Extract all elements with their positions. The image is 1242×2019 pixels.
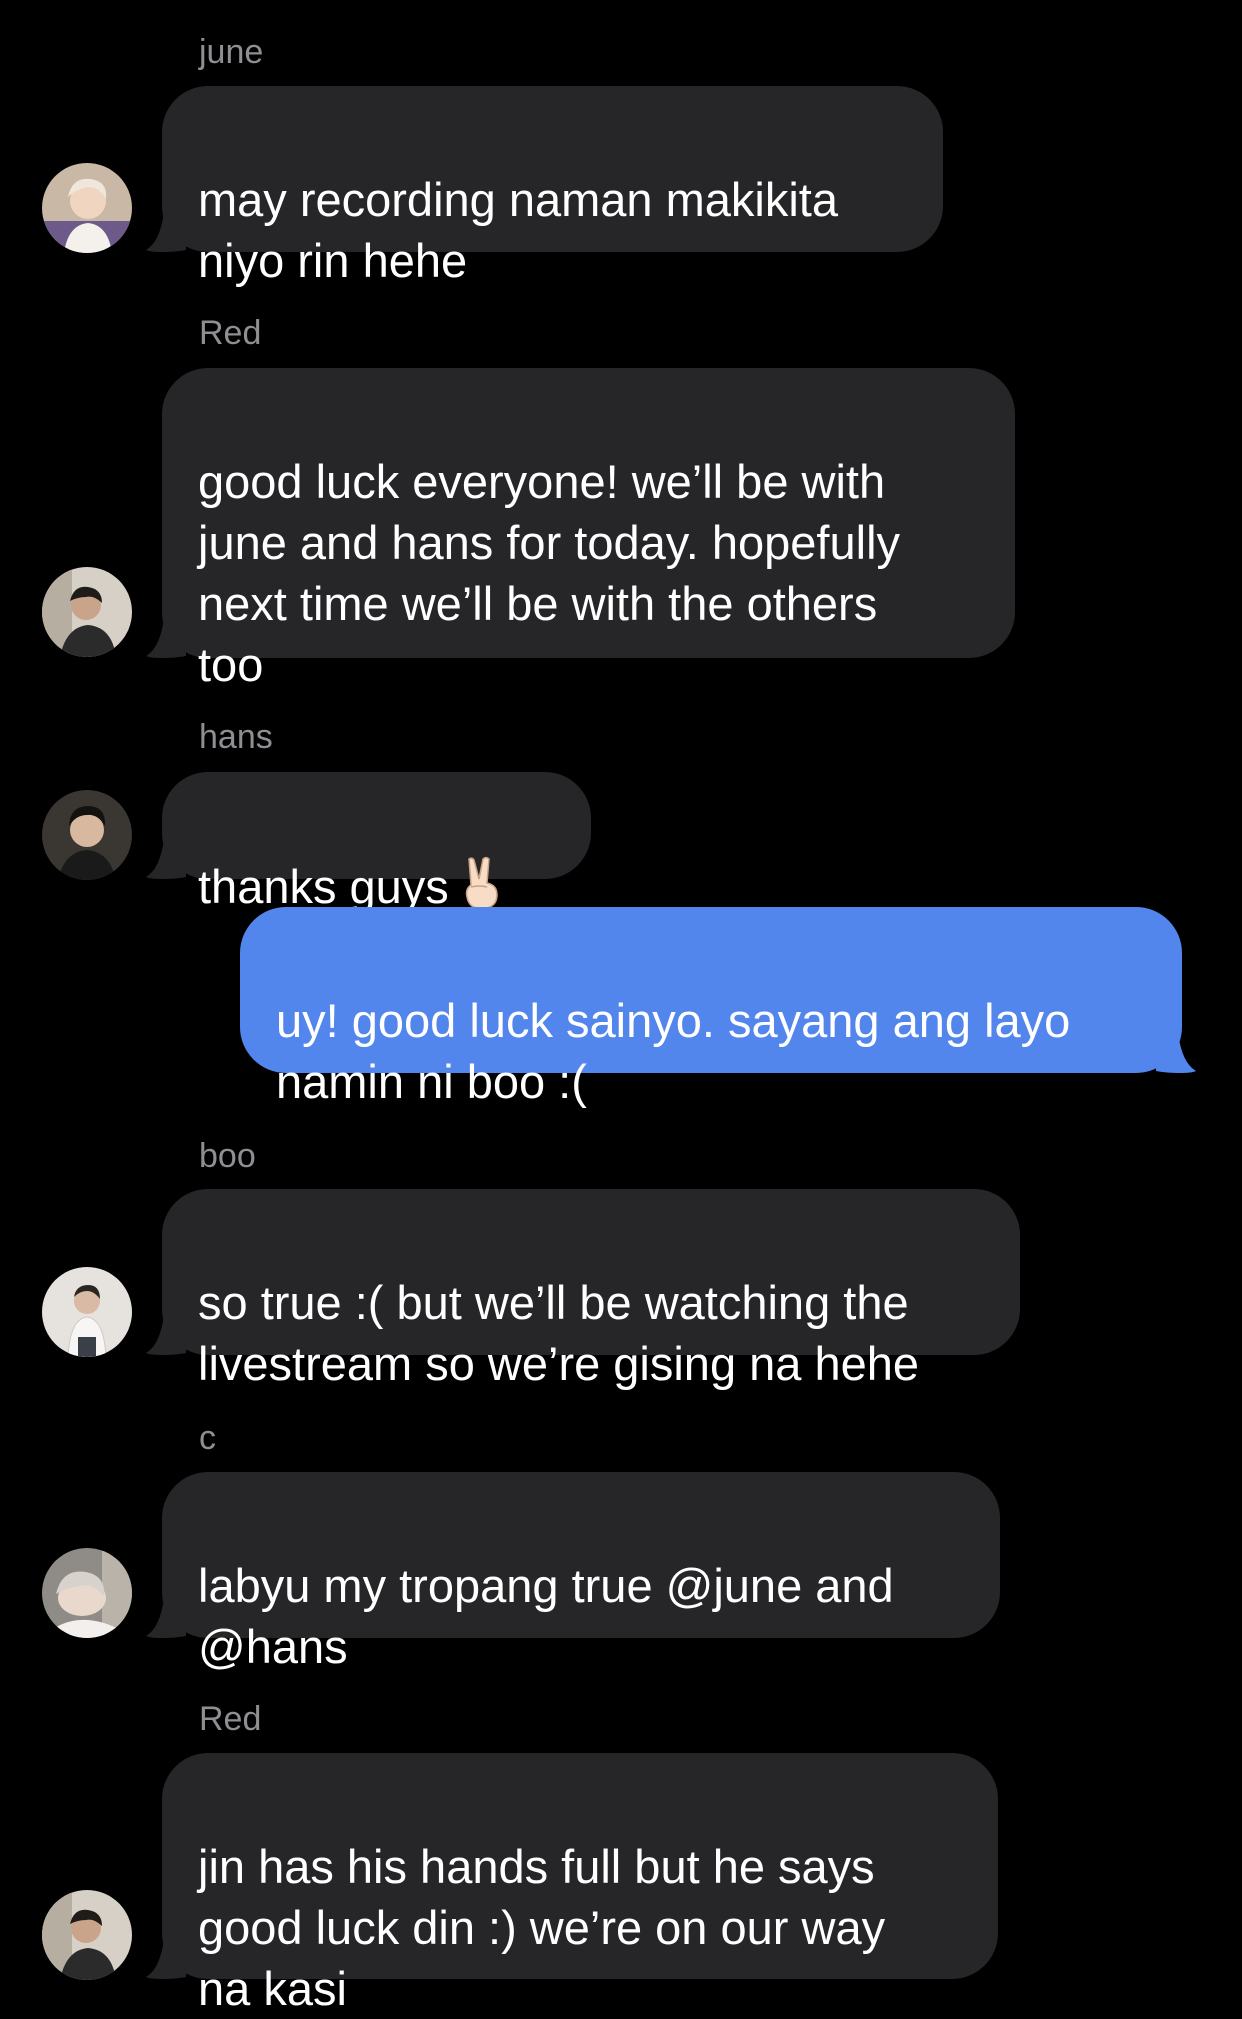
message-text: labyu my tropang true @june and @hans (198, 1559, 894, 1673)
message-text: so true :( but we’ll be watching the liv… (198, 1276, 920, 1390)
sender-name-c: c (199, 1419, 216, 1457)
message-bubble-red[interactable]: good luck everyone! we’ll be with june a… (162, 368, 1015, 691)
message-text: thanks guys (198, 860, 449, 913)
bubble-tail-outgoing (1156, 1033, 1196, 1073)
message-bubble-outgoing[interactable]: uy! good luck sainyo. sayang ang layo na… (240, 907, 1182, 1108)
hans-avatar[interactable] (42, 790, 132, 880)
sender-name-hans: hans (199, 718, 273, 756)
message-text: good luck everyone! we’ll be with june a… (198, 455, 901, 691)
sender-name-boo: boo (199, 1137, 256, 1175)
bubble-tail (146, 618, 186, 658)
message-text: may recording naman makikita niyo rin he… (198, 173, 838, 287)
red-avatar[interactable] (42, 567, 132, 657)
sender-name-june: june (199, 33, 264, 71)
sender-name-red: Red (199, 314, 262, 352)
boo-avatar[interactable] (42, 1267, 132, 1357)
message-bubble-june[interactable]: may recording naman makikita niyo rin he… (162, 86, 943, 287)
c-avatar[interactable] (42, 1548, 132, 1638)
bubble-tail (146, 1315, 186, 1355)
sender-name-red: Red (199, 1700, 262, 1738)
message-bubble-red[interactable]: jin has his hands full but he says good … (162, 1753, 998, 2015)
bubble-tail (146, 839, 186, 879)
message-text: uy! good luck sainyo. sayang ang layo na… (276, 994, 1071, 1108)
message-bubble-hans[interactable]: thanks guys (162, 772, 591, 913)
red-avatar[interactable] (42, 1890, 132, 1980)
bubble-tail (146, 212, 186, 252)
bubble-tail (146, 1939, 186, 1979)
bubble-tail (146, 1598, 186, 1638)
june-avatar[interactable] (42, 163, 132, 253)
message-text: jin has his hands full but he says good … (198, 1840, 886, 2015)
message-bubble-boo[interactable]: so true :( but we’ll be watching the liv… (162, 1189, 1020, 1390)
message-bubble-c[interactable]: labyu my tropang true @june and @hans (162, 1472, 1000, 1673)
